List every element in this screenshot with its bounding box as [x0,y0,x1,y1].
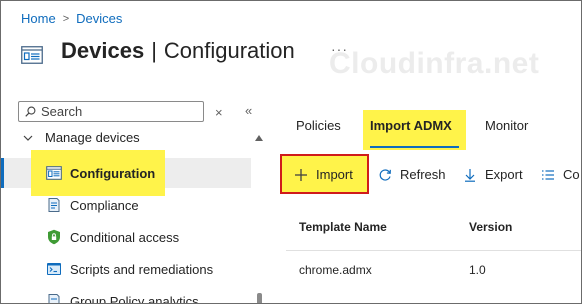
group-policy-icon [48,294,60,303]
sidebar-item-label: Conditional access [70,229,180,245]
sidebar-item-label: Group Policy analytics [70,293,199,304]
plus-icon [295,168,307,181]
tab-policies[interactable]: Policies [296,118,341,133]
breadcrumb: Home > Devices [21,11,122,26]
compliance-icon [48,198,60,212]
cell-template-name[interactable]: chrome.admx [299,263,372,277]
breadcrumb-devices[interactable]: Devices [76,11,122,26]
refresh-icon [379,168,391,181]
sidebar-scrollbar-thumb[interactable] [257,293,262,303]
tab-monitor[interactable]: Monitor [485,118,528,133]
watermark: Cloudinfra.net [329,47,540,80]
sidebar-item-label: Scripts and remediations [70,261,214,277]
columns-icon [542,169,554,180]
configuration-icon [46,166,62,180]
sidebar-item-label: Compliance [70,197,139,213]
search-input[interactable] [41,104,191,119]
breadcrumb-home[interactable]: Home [21,11,56,26]
column-header-version[interactable]: Version [469,220,512,234]
app-window: Home > Devices Devices | Configuration ·… [0,0,582,304]
scripts-icon [47,263,61,275]
column-header-template-name[interactable]: Template Name [299,220,387,234]
import-button[interactable]: Import [294,167,353,182]
tab-import-admx[interactable]: Import ADMX [370,118,452,133]
scroll-up-arrow[interactable] [255,135,263,141]
export-button-label: Export [485,167,523,182]
refresh-button-label: Refresh [400,167,446,182]
sidebar-item-compliance[interactable]: Compliance [1,190,251,220]
sidebar-item-conditional-access[interactable]: Conditional access [1,222,251,252]
selected-tab-indicator [370,146,459,148]
manage-devices-group[interactable]: Manage devices [23,130,140,145]
sidebar-item-scripts[interactable]: Scripts and remediations [1,254,251,284]
page-title-main: Devices [61,38,145,63]
chevron-down-icon [23,135,33,141]
sidebar-item-group-policy-analytics[interactable]: Group Policy analytics [1,286,251,304]
shield-icon [48,229,60,245]
page-title-sub: Configuration [163,38,295,63]
page-title-separator: | [151,38,157,63]
columns-button-label: Co [563,167,580,182]
import-button-label: Import [316,167,353,182]
cell-version: 1.0 [469,263,486,277]
sidebar-item-label: Configuration [70,165,156,181]
collapse-sidebar-button[interactable]: « [245,103,252,118]
page-title: Devices | Configuration [61,38,295,64]
refresh-button[interactable]: Refresh [378,167,446,182]
sidebar-item-configuration[interactable]: Configuration [1,150,251,196]
configuration-page-icon [21,46,43,64]
group-label: Manage devices [45,130,140,145]
download-icon [465,168,475,182]
clear-search-button[interactable]: × [215,105,223,120]
header-divider [286,250,581,251]
search-box[interactable] [18,101,204,122]
search-icon [25,106,36,117]
export-button[interactable]: Export [463,167,523,182]
breadcrumb-separator: > [62,12,70,25]
columns-button[interactable]: Co [541,167,580,182]
